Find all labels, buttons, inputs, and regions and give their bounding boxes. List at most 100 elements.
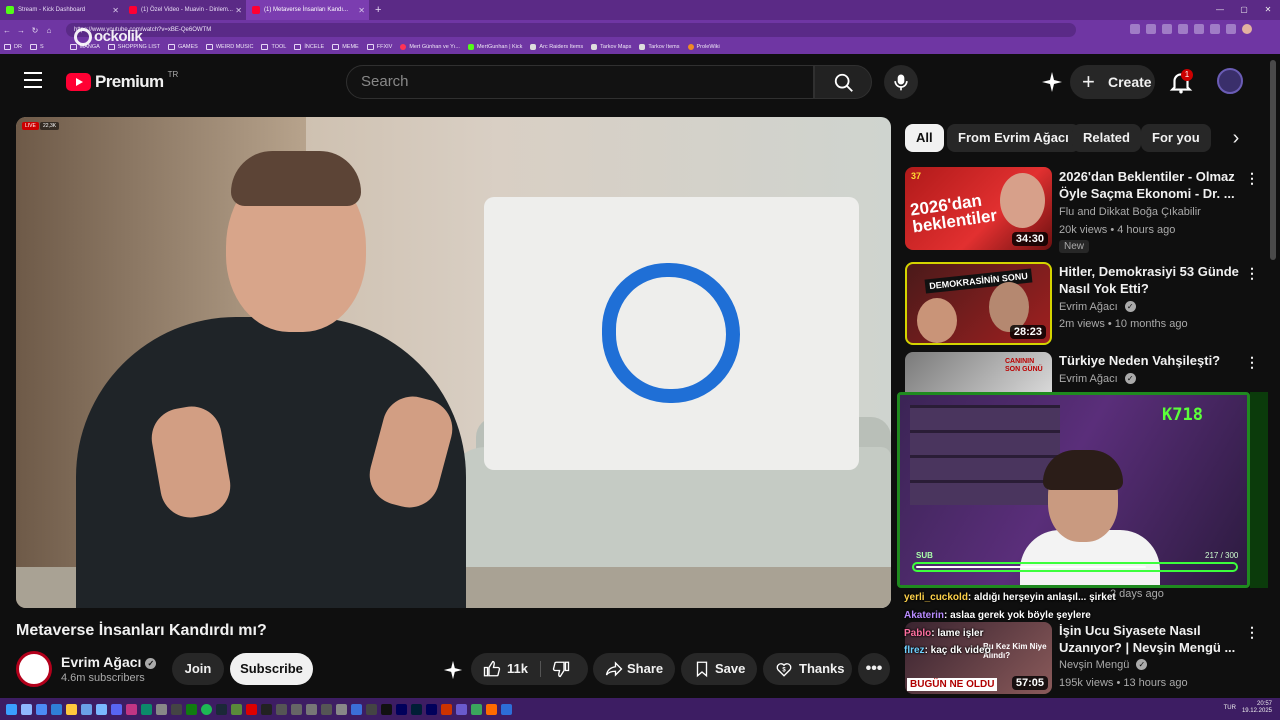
more-options-icon[interactable]: ⋮ <box>1245 624 1259 641</box>
xbox-icon[interactable] <box>186 703 197 715</box>
bookmark-item[interactable]: Tarkov Items <box>639 44 680 50</box>
voice-search-button[interactable] <box>884 65 918 99</box>
browser-tab-youtube-1[interactable]: (1) Özel Video - Muavin - Dinlem... ✕ <box>123 0 246 20</box>
bookmark-item[interactable]: TOOL <box>261 44 286 50</box>
bookmark-item[interactable]: MertGunhan | Kick <box>467 44 522 50</box>
task-view-icon[interactable] <box>36 703 47 715</box>
recommendation-title[interactable]: Türkiye Neden Vahşileşti? <box>1059 352 1239 369</box>
app-icon[interactable] <box>246 703 257 715</box>
app-icon[interactable] <box>96 703 107 715</box>
bookmark-item[interactable]: Mert Günhan ve Yı... <box>400 44 460 50</box>
app-icon[interactable] <box>156 703 167 715</box>
home-icon[interactable]: ⌂ <box>42 26 56 35</box>
extension-icon[interactable] <box>1178 24 1188 34</box>
close-tab-icon[interactable]: ✕ <box>235 6 242 15</box>
app-icon[interactable] <box>381 703 392 715</box>
browser-tab-youtube-active[interactable]: (1) Metaverse İnsanları Kandı... ✕ <box>246 0 369 20</box>
chip-from-channel[interactable]: From Evrim Ağacı <box>947 124 1080 152</box>
video-thumbnail[interactable]: 37 2026'dan beklentiler 34:30 <box>905 167 1052 250</box>
recommendation-channel[interactable]: Flu and Dikkat Boğa Çıkabilir <box>1059 206 1201 218</box>
bookmark-item[interactable]: MEME <box>332 44 359 50</box>
extension-icon[interactable] <box>1130 24 1140 34</box>
extension-icon[interactable] <box>1226 24 1236 34</box>
account-avatar[interactable] <box>1217 68 1243 94</box>
channel-avatar[interactable] <box>16 651 52 687</box>
create-button[interactable]: + Create <box>1070 65 1155 99</box>
thumbs-up-icon[interactable] <box>483 660 501 678</box>
search-button[interactable] <box>814 65 872 99</box>
discord-icon[interactable] <box>111 703 122 715</box>
video-thumbnail[interactable]: DEMOKRASİNİN SONU 28:23 <box>905 262 1052 345</box>
app-icon[interactable] <box>366 703 377 715</box>
app-icon[interactable] <box>276 703 287 715</box>
channel-name[interactable]: Evrim Ağacı ✓ <box>61 654 157 670</box>
app-icon[interactable] <box>126 703 137 715</box>
profile-icon[interactable] <box>1242 24 1252 34</box>
obs-icon[interactable] <box>261 703 272 715</box>
chip-for-you[interactable]: For you <box>1141 124 1211 152</box>
more-actions-button[interactable]: ••• <box>858 653 890 685</box>
extension-icon[interactable] <box>1210 24 1220 34</box>
steam-icon[interactable] <box>216 703 227 715</box>
app-icon[interactable] <box>81 703 92 715</box>
ai-sparkle-icon[interactable] <box>442 659 464 681</box>
back-icon[interactable]: ← <box>0 26 14 35</box>
thumbs-down-icon[interactable] <box>552 660 570 678</box>
share-button[interactable]: Share <box>593 653 675 685</box>
more-options-icon[interactable]: ⋮ <box>1245 354 1259 371</box>
app-icon[interactable] <box>291 703 302 715</box>
close-window-button[interactable]: ✕ <box>1256 0 1280 20</box>
new-tab-button[interactable]: + <box>369 4 387 16</box>
bookmark-item[interactable]: ProleWiki <box>687 44 720 50</box>
app-icon[interactable] <box>51 703 62 715</box>
more-options-icon[interactable]: ⋮ <box>1245 265 1259 282</box>
video-thumbnail[interactable]: CANININ SON GÜNÜ <box>905 352 1052 392</box>
clock[interactable]: 20:57 19.12.2025 <box>1242 701 1272 715</box>
chip-all[interactable]: All <box>905 124 944 152</box>
app-icon[interactable] <box>336 703 347 715</box>
app-icon[interactable] <box>471 703 482 715</box>
extension-icon[interactable] <box>1194 24 1204 34</box>
bookmark-item[interactable]: FFXIV <box>366 44 392 50</box>
search-icon[interactable] <box>21 703 32 715</box>
app-icon[interactable] <box>456 703 467 715</box>
language-indicator[interactable]: TUR <box>1224 705 1236 711</box>
recommendation-title[interactable]: İşin Ucu Siyasete Nasıl Uzanıyor? | Nevş… <box>1059 622 1239 656</box>
app-icon[interactable] <box>501 703 512 715</box>
chip-related[interactable]: Related <box>1072 124 1141 152</box>
search-input[interactable]: Search <box>346 65 814 99</box>
menu-icon[interactable] <box>24 72 42 93</box>
app-icon[interactable] <box>231 703 242 715</box>
scrollbar[interactable] <box>1270 60 1276 260</box>
app-icon[interactable] <box>171 703 182 715</box>
close-tab-icon[interactable]: ✕ <box>112 6 119 15</box>
save-button[interactable]: Save <box>681 653 757 685</box>
file-explorer-icon[interactable] <box>66 703 77 715</box>
more-options-icon[interactable]: ⋮ <box>1245 170 1259 187</box>
close-tab-icon[interactable]: ✕ <box>358 6 365 15</box>
recommendation-channel[interactable]: Evrim Ağacı ✓ <box>1059 373 1136 385</box>
app-icon[interactable] <box>306 703 317 715</box>
app-icon[interactable] <box>486 703 497 715</box>
spotify-icon[interactable] <box>201 703 212 715</box>
after-effects-icon[interactable] <box>396 703 407 715</box>
maximize-button[interactable]: ▢ <box>1232 0 1256 20</box>
app-icon[interactable] <box>321 703 332 715</box>
forward-icon[interactable]: → <box>14 26 28 35</box>
app-icon[interactable] <box>351 703 362 715</box>
reload-icon[interactable]: ↻ <box>28 26 42 35</box>
app-icon[interactable] <box>441 703 452 715</box>
like-count[interactable]: 11k <box>507 661 528 676</box>
url-input[interactable]: https://www.youtube.com/watch?v=xBE-Qe6O… <box>66 23 1076 37</box>
premiere-icon[interactable] <box>426 703 437 715</box>
youtube-logo[interactable]: Premium TR <box>66 70 178 92</box>
chevron-right-icon[interactable]: › <box>1225 124 1247 152</box>
recommendation-title[interactable]: 2026'dan Beklentiler - Olmaz Öyle Saçma … <box>1059 168 1239 202</box>
recommendation-channel[interactable]: Nevşin Mengü ✓ <box>1059 659 1148 671</box>
bookmark-item[interactable]: Arc Raiders Items <box>530 44 583 50</box>
ai-sparkle-icon[interactable] <box>1040 70 1064 94</box>
star-icon[interactable] <box>1162 24 1172 34</box>
recommendation-title[interactable]: Hitler, Demokrasiyi 53 Günde Nasıl Yok E… <box>1059 263 1239 297</box>
subscribe-button[interactable]: Subscribe <box>230 653 313 685</box>
photoshop-icon[interactable] <box>411 703 422 715</box>
